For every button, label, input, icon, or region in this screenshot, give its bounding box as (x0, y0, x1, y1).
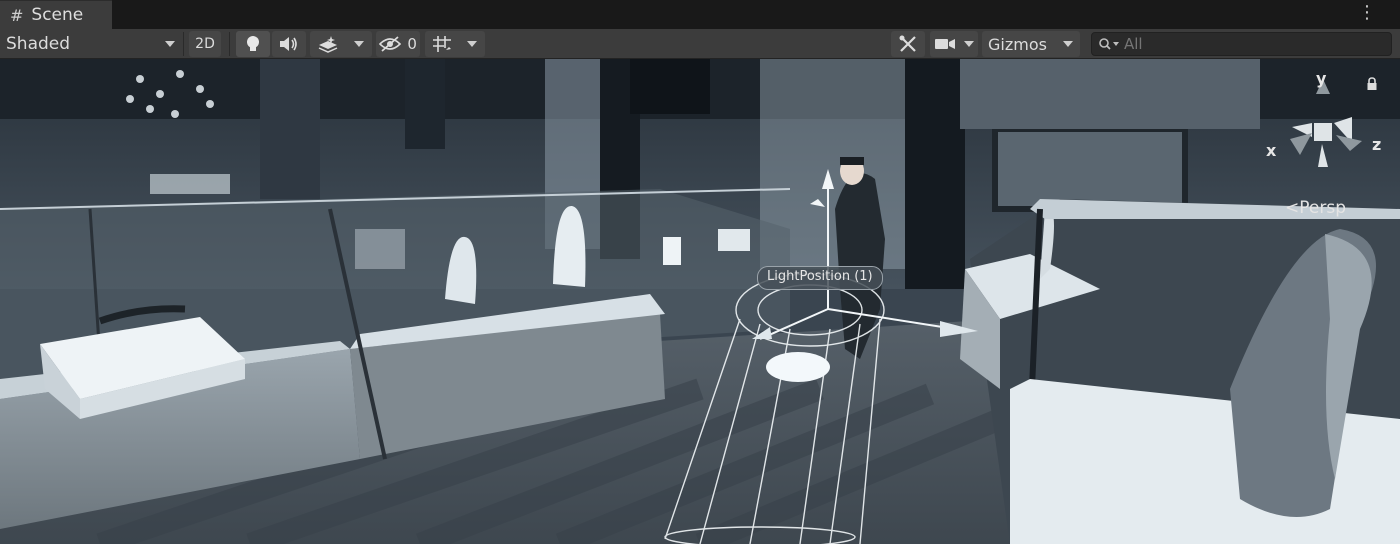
light-bulb-icon (247, 36, 259, 51)
effects-dropdown[interactable] (310, 31, 372, 57)
search-input[interactable] (1120, 35, 1384, 53)
chevron-down-icon (1063, 41, 1073, 47)
projection-label: Persp (1299, 198, 1346, 218)
camera-icon (934, 39, 955, 49)
tab-scene-label: Scene (31, 5, 84, 25)
more-options-icon[interactable]: ⋮ (1358, 4, 1376, 22)
chevron-down-icon (354, 41, 364, 47)
chevron-down-icon (165, 41, 175, 47)
search-icon (1099, 38, 1119, 50)
scene-render (0, 59, 1400, 544)
divider (183, 32, 184, 56)
lighting-toggle-button[interactable] (236, 31, 270, 57)
scene-toolbar: Shaded 2D 0 Gizmos All (0, 29, 1400, 59)
chevron-down-icon (467, 41, 477, 47)
axis-y-label: y (1316, 69, 1327, 88)
scene-viewport[interactable]: y x z <Persp LightPosition (1) (0, 59, 1400, 544)
divider (229, 32, 230, 56)
camera-settings-dropdown[interactable] (930, 31, 978, 57)
axis-x-label: x (1266, 141, 1277, 160)
selected-object-label: LightPosition (1) (757, 266, 883, 290)
chevron-left-icon: < (1285, 198, 1300, 218)
grid-icon (433, 36, 451, 52)
lock-icon[interactable] (1366, 76, 1378, 95)
projection-toggle[interactable]: <Persp (1285, 198, 1346, 218)
hash-icon: # (10, 5, 24, 25)
speaker-icon (280, 37, 297, 51)
tab-bar: # Scene ⋮ (0, 0, 1400, 29)
tools-icon (899, 35, 916, 52)
toggle-2d-button[interactable]: 2D (189, 31, 221, 57)
shading-mode-dropdown[interactable]: Shaded (6, 31, 176, 57)
effects-layers-icon (318, 36, 338, 53)
hidden-objects-toggle[interactable]: 0 (376, 31, 420, 57)
chevron-down-icon (963, 41, 974, 47)
search-field[interactable] (1091, 32, 1392, 56)
gizmos-label: Gizmos (988, 34, 1047, 54)
hidden-count: 0 (407, 35, 417, 53)
gizmos-dropdown[interactable]: Gizmos (982, 31, 1080, 57)
tab-scene[interactable]: # Scene (0, 0, 112, 29)
shading-mode-label: Shaded (6, 34, 71, 54)
eye-hidden-icon (379, 36, 402, 52)
scene-tools-button[interactable] (891, 31, 925, 57)
audio-toggle-button[interactable] (272, 31, 306, 57)
axis-z-label: z (1372, 135, 1382, 154)
grid-snap-dropdown[interactable] (425, 31, 485, 57)
